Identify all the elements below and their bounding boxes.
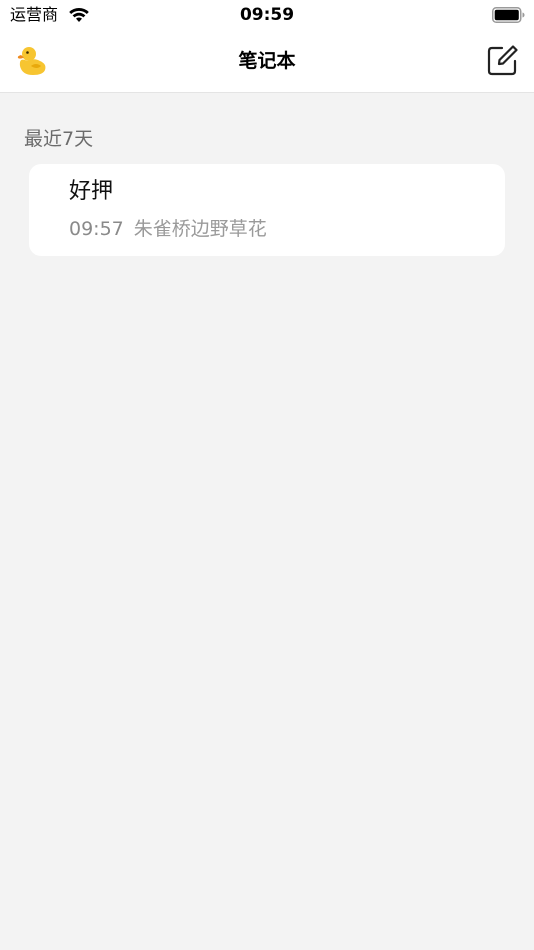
page-title: 笔记本 <box>238 50 296 72</box>
navigation-bar: 笔记本 <box>0 30 534 93</box>
note-title: 好押 <box>69 179 114 204</box>
compose-icon[interactable] <box>485 44 519 78</box>
note-time: 09:57 <box>69 218 124 240</box>
battery-icon <box>492 7 525 27</box>
note-card[interactable]: 好押 09:57 朱雀桥边野草花 <box>29 164 505 256</box>
status-bar: 运营商 09:59 <box>0 0 534 30</box>
section-header-recent: 最近7天 <box>24 128 94 150</box>
note-preview: 朱雀桥边野草花 <box>133 218 267 240</box>
note-meta: 09:57 朱雀桥边野草花 <box>69 217 267 241</box>
status-time: 09:59 <box>239 5 295 25</box>
